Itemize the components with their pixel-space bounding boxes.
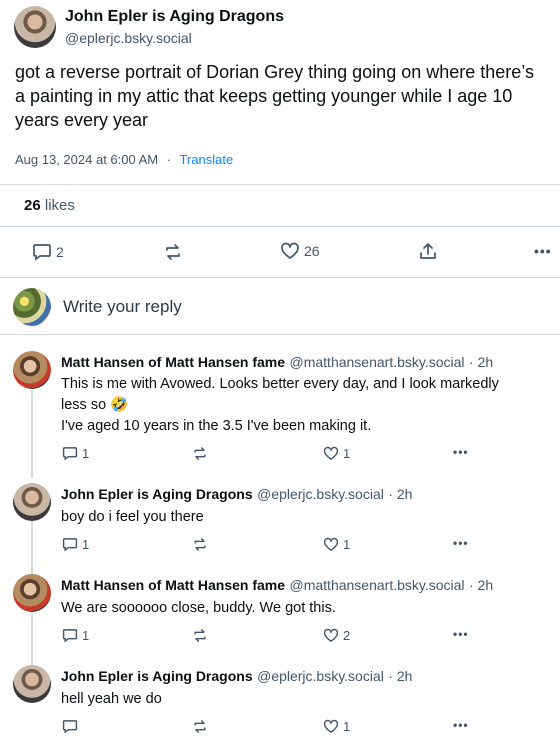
share-icon [420,243,436,259]
reply-header: Matt Hansen of Matt Hansen fame @matthan… [61,354,493,372]
more-options-button[interactable]: ••• [453,718,469,732]
reply-count: 1 [82,446,90,461]
thread-line [31,521,33,576]
like-count: 2 [343,628,351,643]
post-text: got a reverse portrait of Dorian Grey th… [15,62,534,130]
more-options-button[interactable]: ••• [453,536,469,550]
more-icon: ••• [534,243,552,259]
reply-header: John Epler is Aging Dragons @eplerjc.bsk… [61,668,412,686]
reply-composer[interactable]: Write your reply [63,297,182,317]
reply-header: John Epler is Aging Dragons @eplerjc.bsk… [61,486,412,504]
reply-icon [62,538,78,552]
repost-button[interactable] [192,719,208,734]
divider [0,226,560,227]
reply-avatar[interactable] [13,574,51,612]
reply-count: 1 [82,537,90,552]
more-icon: ••• [453,627,469,641]
more-options-button[interactable]: ••• [453,445,469,459]
reply-icon [62,447,78,461]
like-count: 26 [304,243,320,259]
repost-button[interactable] [192,537,208,552]
like-button[interactable]: 2 [323,628,350,643]
repost-icon [194,720,206,733]
likes-label: likes [44,197,75,214]
meta-separator: · [166,152,172,167]
reply-button[interactable]: 1 [62,446,89,461]
more-icon: ••• [453,718,469,732]
divider [0,184,560,185]
reply-author-name[interactable]: John Epler is Aging Dragons [61,668,253,684]
more-icon: ••• [453,536,469,550]
more-icon: ••• [453,445,469,459]
like-count: 1 [343,537,351,552]
divider [0,277,560,278]
reply-text-line: I've aged 10 years in the 3.5 I've been … [61,418,372,434]
heart-icon [323,537,339,551]
reply-author-handle[interactable]: @matthansenart.bsky.social [290,577,465,593]
translate-link[interactable]: Translate [179,152,233,167]
reply-time[interactable]: · 2h [469,577,493,593]
heart-icon [323,446,339,460]
reply-avatar[interactable] [13,483,51,521]
repost-icon [194,447,206,460]
reply-author-name[interactable]: Matt Hansen of Matt Hansen fame [61,354,285,370]
likes-count: 26 [24,197,41,214]
reply-count: 2 [56,244,64,260]
reply-text-line: This is me with Avowed. Looks better eve… [61,376,499,392]
post-timestamp[interactable]: Aug 13, 2024 at 6:00 AM [15,152,158,167]
reply-button[interactable]: 2 [32,243,64,261]
reply-author-name[interactable]: Matt Hansen of Matt Hansen fame [61,577,285,593]
like-button[interactable]: 1 [323,446,350,461]
reply-author-handle[interactable]: @eplerjc.bsky.social [257,668,384,684]
reply-button[interactable] [62,719,82,734]
like-count: 1 [343,446,351,461]
heart-icon [323,628,339,642]
reply-text-line: less so 🤣 [61,397,129,413]
reply-text: boy do i feel you there [61,509,204,525]
likes-summary[interactable]: 26 likes [24,197,75,214]
reply-icon [62,720,78,734]
repost-icon [194,629,206,642]
share-button[interactable] [418,242,438,260]
reply-avatar[interactable] [13,351,51,389]
post-meta: Aug 13, 2024 at 6:00 AM · Translate [15,152,233,167]
reply-button[interactable]: 1 [62,628,89,643]
reply-author-handle[interactable]: @eplerjc.bsky.social [257,486,384,502]
repost-button[interactable] [192,446,208,461]
user-avatar [13,288,51,326]
reply-icon [33,244,51,261]
reply-time[interactable]: · 2h [388,486,412,502]
author-handle[interactable]: @eplerjc.bsky.social [65,30,192,46]
thread-line [31,612,33,667]
like-button[interactable]: 26 [280,242,320,260]
more-options-button[interactable]: ••• [453,627,469,641]
reply-icon [62,629,78,643]
like-button[interactable]: 1 [323,719,350,734]
repost-button[interactable] [192,628,208,643]
heart-icon [323,719,339,733]
reply-avatar[interactable] [13,665,51,703]
repost-icon [194,538,206,551]
reply-time[interactable]: · 2h [469,354,493,370]
reply-button[interactable]: 1 [62,537,89,552]
author-name[interactable]: John Epler is Aging Dragons [65,8,284,26]
author-avatar[interactable] [14,6,56,48]
like-count: 1 [343,719,351,734]
repost-button[interactable] [163,243,183,261]
repost-icon [166,244,180,260]
reply-author-handle[interactable]: @matthansenart.bsky.social [290,354,465,370]
like-button[interactable]: 1 [323,537,350,552]
reply-author-name[interactable]: John Epler is Aging Dragons [61,486,253,502]
reply-text: hell yeah we do [61,691,162,707]
more-options-button[interactable]: ••• [534,243,552,259]
heart-icon [281,242,299,259]
thread-line [31,390,33,478]
reply-text: This is me with Avowed. Looks better eve… [61,374,556,437]
reply-time[interactable]: · 2h [388,668,412,684]
reply-count: 1 [82,628,90,643]
reply-text: We are soooooo close, buddy. We got this… [61,600,336,616]
reply-header: Matt Hansen of Matt Hansen fame @matthan… [61,577,493,595]
divider [0,334,560,335]
